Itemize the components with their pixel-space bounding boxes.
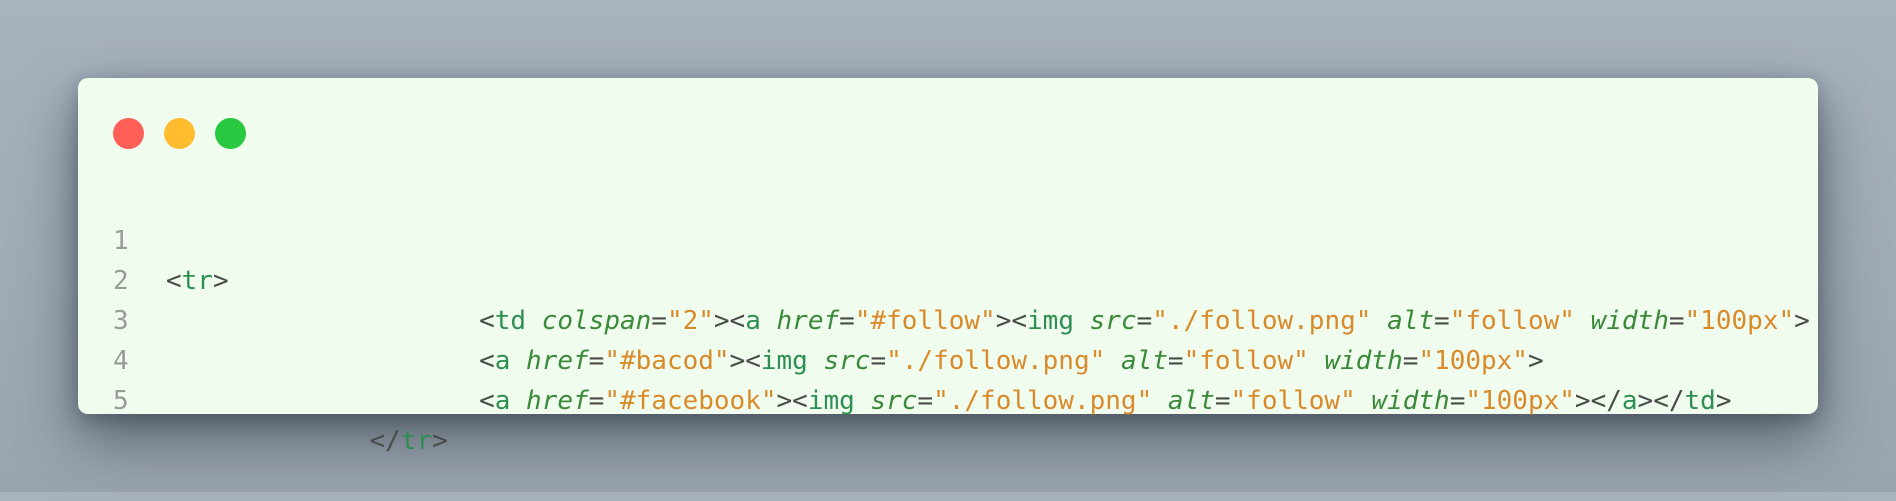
code-punctuation: [510, 386, 526, 416]
code-string: "#facebook": [604, 386, 777, 416]
code-punctuation: <: [479, 386, 495, 416]
code-tag: td: [1684, 386, 1716, 416]
window-controls: [113, 118, 246, 149]
code-attribute: alt: [1167, 386, 1215, 416]
code-attribute: src: [870, 386, 918, 416]
code-punctuation: >: [1715, 386, 1732, 416]
code-string: "./follow.png": [933, 386, 1153, 416]
line-number: 5: [113, 386, 129, 416]
code-attribute: width: [1371, 386, 1450, 416]
code-attribute: href: [526, 386, 589, 416]
code-punctuation: [1356, 386, 1372, 416]
code-window: 1 <tr> 2 <td colspan="2"><a href="#follo…: [78, 78, 1818, 456]
code-punctuation: =: [1214, 386, 1231, 416]
code-tag: tr: [400, 426, 433, 456]
code-string: "100px": [1465, 386, 1575, 416]
code-punctuation: ></: [1637, 386, 1685, 416]
code-punctuation: =: [588, 386, 605, 416]
code-tag: a: [494, 386, 511, 416]
code-punctuation: </: [369, 426, 401, 456]
code-punctuation: >: [432, 426, 448, 456]
code-line: 3 <a href="#bacod"><img src="./follow.pn…: [78, 261, 1818, 376]
code-line: 5 </tr>: [78, 341, 1818, 456]
code-punctuation: [1152, 386, 1168, 416]
maximize-button[interactable]: [215, 118, 246, 149]
close-button[interactable]: [113, 118, 144, 149]
minimize-button[interactable]: [164, 118, 195, 149]
code-punctuation: =: [917, 386, 934, 416]
code-string: "follow": [1230, 386, 1356, 416]
code-block[interactable]: 1 <tr> 2 <td colspan="2"><a href="#follo…: [78, 181, 1818, 456]
code-punctuation: ><: [776, 386, 808, 416]
line-source: </tr>: [166, 421, 448, 461]
code-line: 1 <tr>: [78, 181, 1818, 296]
code-line: 4 <a href="#facebook"><img src="./follow…: [78, 301, 1818, 416]
code-punctuation: =: [1449, 386, 1466, 416]
code-line: 2 <td colspan="2"><a href="#follow"><img…: [78, 221, 1818, 336]
code-punctuation: ></: [1574, 386, 1622, 416]
code-tag: a: [1621, 386, 1638, 416]
code-punctuation: [855, 386, 871, 416]
code-tag: img: [807, 386, 855, 416]
line-source: <a href="#facebook"><img src="./follow.p…: [166, 381, 1731, 421]
